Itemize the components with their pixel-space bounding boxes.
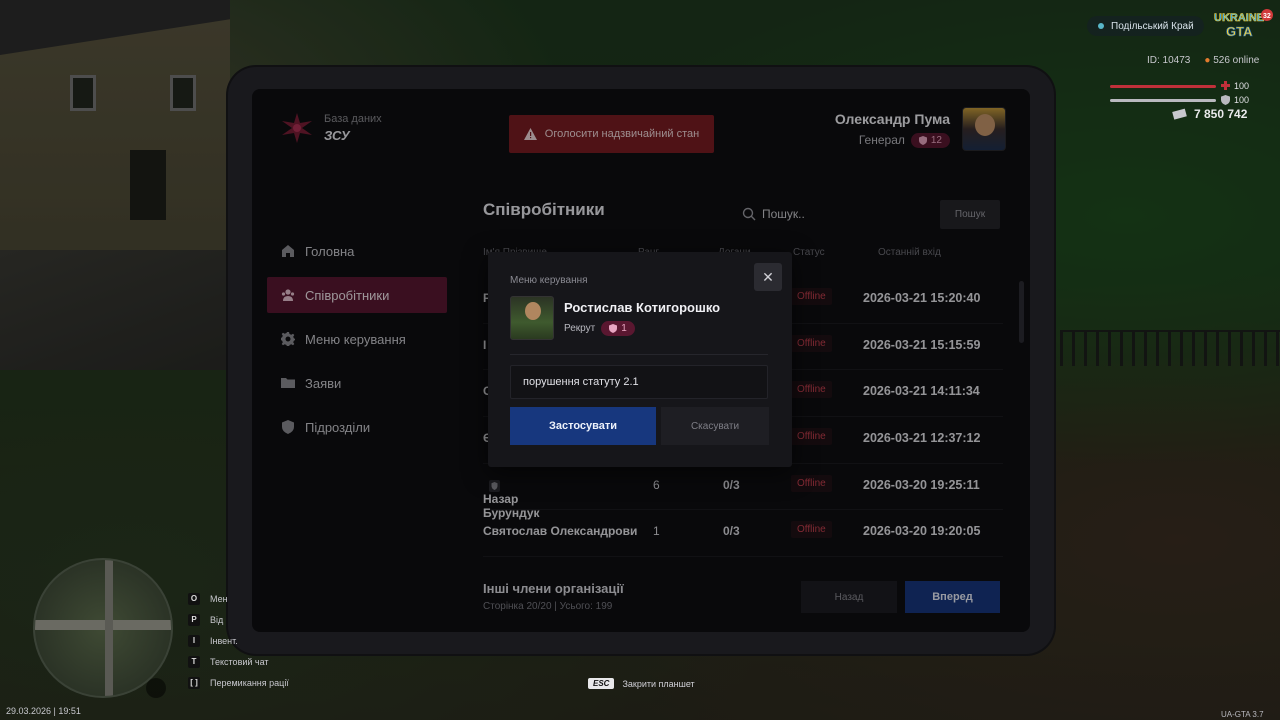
health-bar bbox=[1110, 85, 1216, 88]
logo-badge: 32 bbox=[1263, 13, 1271, 20]
apply-button[interactable]: Застосувати bbox=[510, 407, 656, 445]
esc-label: Закрити планшет bbox=[622, 678, 695, 689]
svg-text:GTA: GTA bbox=[1226, 24, 1253, 39]
key-hint: I Інвент. bbox=[188, 630, 289, 651]
armor-icon bbox=[1221, 95, 1230, 105]
key-hint: P Від bbox=[188, 609, 289, 630]
svg-text:UKRAINE: UKRAINE bbox=[1214, 12, 1264, 24]
minimap bbox=[33, 558, 173, 698]
close-button[interactable]: ✕ bbox=[754, 263, 782, 291]
key-hint: T Текстовий чат bbox=[188, 651, 289, 672]
key-hints: O Мен P Від I Інвент. T Текстовий чат [ ] Пер… bbox=[188, 588, 289, 693]
esc-hint: ESC Закрити планшет bbox=[588, 678, 695, 689]
modal-title: Меню керування bbox=[510, 275, 588, 286]
location-icon bbox=[1098, 23, 1104, 29]
game-logo: UKRAINE GTA 32 bbox=[1212, 6, 1274, 42]
cash-icon bbox=[1172, 108, 1187, 120]
rank-badge: 1 bbox=[601, 321, 635, 336]
health-value: 100 bbox=[1234, 81, 1250, 91]
armor-value: 100 bbox=[1234, 95, 1250, 105]
health-icon bbox=[1221, 81, 1230, 90]
avatar bbox=[510, 296, 554, 340]
player-id: ID: 10473 ● 526 online bbox=[1147, 55, 1259, 66]
key-hint: O Мен bbox=[188, 588, 289, 609]
key-hint: [ ] Перемикання рації bbox=[188, 672, 289, 693]
microphone-icon bbox=[146, 678, 166, 698]
modal-employee-name: Ростислав Котигорошко bbox=[564, 300, 721, 315]
rank-level: 1 bbox=[621, 323, 627, 334]
armor-bar bbox=[1110, 99, 1216, 102]
divider bbox=[510, 354, 768, 355]
datetime: 29.03.2026 | 19:51 bbox=[6, 706, 81, 716]
close-icon: ✕ bbox=[762, 268, 774, 285]
shield-icon bbox=[609, 324, 618, 333]
reason-input[interactable] bbox=[510, 365, 768, 399]
esc-key: ESC bbox=[588, 678, 615, 689]
server-badge: Подільський Край bbox=[1087, 16, 1204, 36]
control-menu-modal: Меню керування ✕ Ростислав Котигорошко Р… bbox=[488, 252, 792, 467]
cancel-button[interactable]: Скасувати bbox=[661, 407, 769, 445]
modal-employee-rank: Рекрут bbox=[564, 323, 596, 334]
server-name: Подільський Край bbox=[1111, 20, 1194, 32]
player-id-text: ID: 10473 bbox=[1147, 55, 1191, 66]
version: UA-GTA 3.7 bbox=[1221, 710, 1264, 719]
online-count: ● 526 online bbox=[1204, 55, 1260, 66]
money-value: 7 850 742 bbox=[1194, 107, 1248, 121]
money-display: 7 850 742 bbox=[1172, 107, 1247, 121]
